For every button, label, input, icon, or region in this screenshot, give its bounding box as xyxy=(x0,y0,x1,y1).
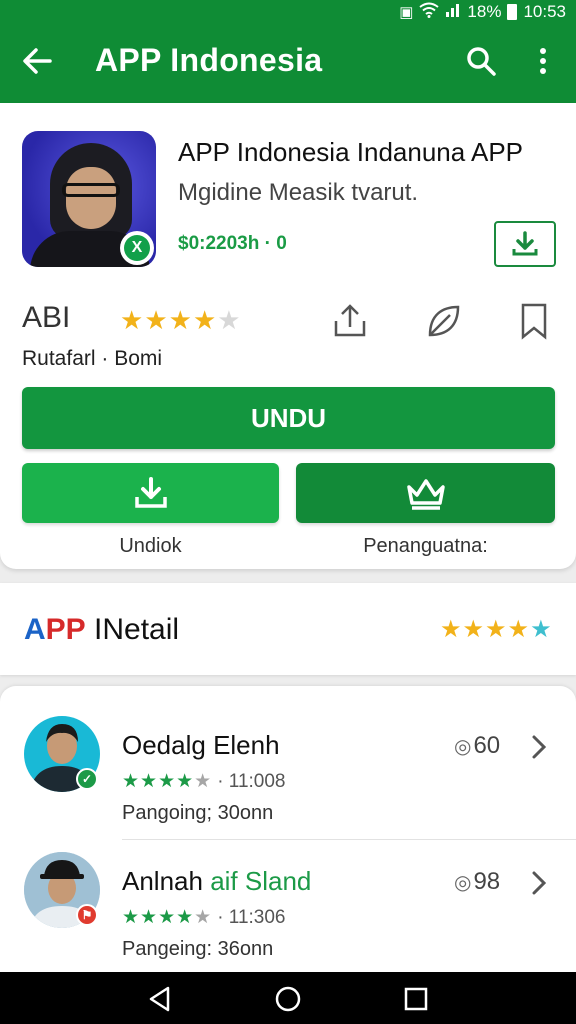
bookmark-icon[interactable] xyxy=(514,301,554,341)
star-icon: ★ xyxy=(485,616,508,643)
star-icon: ★ xyxy=(168,305,193,335)
detail-stars: ★★★★★ xyxy=(440,615,553,644)
nav-back-icon[interactable] xyxy=(146,985,174,1013)
crown-button-label: Penanguatna: xyxy=(363,535,488,557)
review-name: Anlnah aif Sland xyxy=(122,866,312,896)
wifi-icon xyxy=(419,2,440,22)
app-bar: ▣ 18% 10:53 APP Indonesia xyxy=(0,0,576,104)
detail-title-rest: INetail xyxy=(85,613,180,646)
clock: 10:53 xyxy=(523,2,566,21)
star-icon: ★ xyxy=(120,305,145,335)
app-header-card: X APP Indonesia Indanuna APP Mgidine Mea… xyxy=(0,103,576,569)
download-icon xyxy=(512,231,538,256)
star-icon: ★ xyxy=(440,616,463,643)
rating-stars: ★★★★★ xyxy=(120,305,242,336)
signal-icon xyxy=(445,2,461,23)
detail-title-a: A xyxy=(24,613,46,646)
review-subtitle: Pangoing; 30onn xyxy=(122,802,274,824)
nav-home-icon[interactable] xyxy=(274,985,302,1013)
star-half-icon: ★ xyxy=(194,771,212,792)
battery-percent: 18% xyxy=(467,2,502,21)
comment-icon: ◎ xyxy=(454,872,472,894)
flag-badge-icon: ⚑ xyxy=(76,904,98,926)
chevron-right-icon[interactable] xyxy=(528,868,550,898)
app-size: $0:2203h · 0 xyxy=(178,233,287,254)
notification-icon: ▣ xyxy=(399,4,414,21)
share-icon[interactable] xyxy=(330,301,370,341)
list-item[interactable]: ⚑ Anlnah aif Sland ★★★★★ · 11:306 Pangein… xyxy=(0,840,576,976)
system-nav-bar xyxy=(0,972,576,1024)
review-stars: ★★★★ xyxy=(122,771,195,792)
detail-title: APP INetail xyxy=(24,613,179,647)
star-icon: ★ xyxy=(530,616,553,643)
star-icon: ★ xyxy=(144,305,169,335)
review-count: ◎60 xyxy=(454,732,501,759)
list-item[interactable]: ✓ Oedalg Elenh ★★★★★ · 11:008 Pangoing; 3… xyxy=(0,704,576,840)
chevron-right-icon[interactable] xyxy=(528,732,550,762)
review-rating: ★★★★★ · 11:008 xyxy=(122,771,286,792)
app-icon[interactable]: X xyxy=(22,131,156,267)
detail-title-pp: PP xyxy=(45,613,86,646)
review-count: ◎98 xyxy=(454,868,501,895)
search-icon[interactable] xyxy=(464,44,498,78)
more-vert-icon[interactable] xyxy=(528,44,558,78)
star-half-icon: ★ xyxy=(194,907,212,928)
page-title: APP Indonesia xyxy=(95,42,323,78)
download-icon xyxy=(134,477,167,508)
detail-section[interactable]: APP INetail ★★★★★ xyxy=(0,583,576,675)
verified-badge-icon: ✓ xyxy=(76,768,98,790)
download-button[interactable] xyxy=(22,463,279,523)
nav-recents-icon[interactable] xyxy=(402,985,430,1013)
review-subtitle: Pangeing: 36onn xyxy=(122,938,274,960)
download-button-label: Undiok xyxy=(119,535,182,557)
arrow-left-icon[interactable] xyxy=(20,44,54,78)
app-icon-figure-glasses xyxy=(62,183,120,197)
app-meta: Rutafarl · Bomi xyxy=(22,347,163,370)
status-bar: ▣ 18% 10:53 xyxy=(399,0,566,24)
star-icon: ★ xyxy=(192,305,218,335)
star-icon: ★ xyxy=(217,305,242,335)
leaf-icon[interactable] xyxy=(424,301,464,341)
comment-icon: ◎ xyxy=(454,736,472,758)
rating-label: ABI xyxy=(22,301,71,334)
app-icon-figure-face xyxy=(66,167,116,229)
app-name: APP Indonesia Indanuna APP xyxy=(178,137,524,167)
install-button[interactable]: UNDU xyxy=(22,387,555,449)
review-name: Oedalg Elenh xyxy=(122,730,280,760)
review-rating: ★★★★★ · 11:306 xyxy=(122,907,286,928)
verified-badge-icon: X xyxy=(120,231,154,265)
star-icon: ★ xyxy=(507,616,531,643)
battery-icon xyxy=(507,4,518,20)
review-stars: ★★★★ xyxy=(122,907,195,928)
star-icon: ★ xyxy=(462,616,486,643)
download-small-button[interactable] xyxy=(494,221,556,267)
app-developer: Mgidine Measik tvarut. xyxy=(178,179,419,206)
crown-icon xyxy=(406,479,445,510)
crown-button[interactable] xyxy=(296,463,555,523)
reviews-list: ✓ Oedalg Elenh ★★★★★ · 11:008 Pangoing; 3… xyxy=(0,686,576,972)
